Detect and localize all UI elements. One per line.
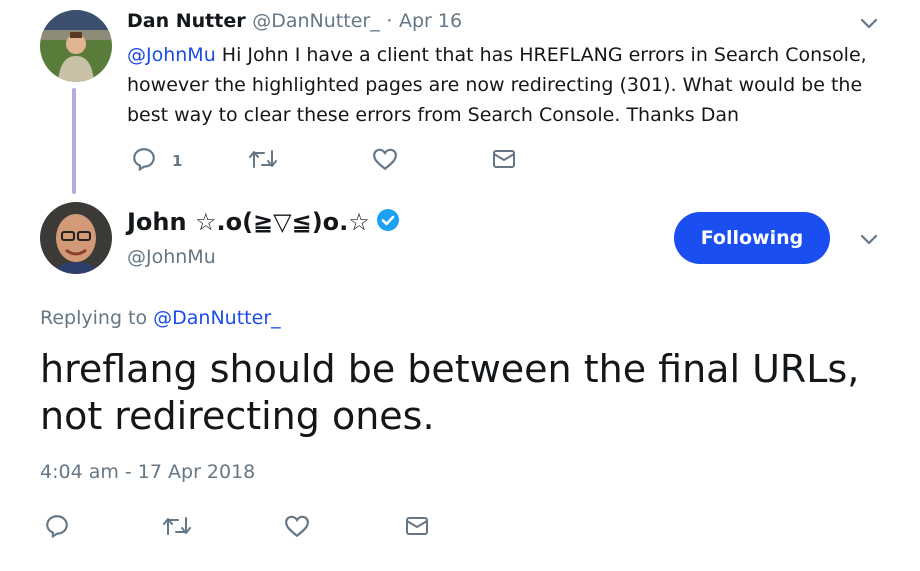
tweet2-author-name[interactable]: John ☆.o(≧▽≦)o.☆ xyxy=(127,208,370,236)
tweet2-author[interactable]: John ☆.o(≧▽≦)o.☆ xyxy=(127,208,400,238)
like-icon[interactable] xyxy=(284,513,310,543)
tweet1-author-name[interactable]: Dan Nutter xyxy=(127,10,246,32)
retweet-icon[interactable] xyxy=(162,514,192,542)
retweet-icon[interactable] xyxy=(248,147,278,175)
tweet2-timestamp[interactable]: 4:04 am - 17 Apr 2018 xyxy=(40,461,255,483)
verified-badge-icon xyxy=(376,208,400,238)
tweet1-separator: · xyxy=(386,10,393,32)
tweet1-reply-count: 1 xyxy=(172,152,183,170)
tweet1-text: @JohnMu Hi John I have a client that has… xyxy=(127,40,887,130)
replying-to-link[interactable]: @DanNutter_ xyxy=(153,307,280,329)
replying-to: Replying to @DanNutter_ xyxy=(40,307,281,329)
tweet1-body: Hi John I have a client that has HREFLAN… xyxy=(127,44,867,126)
like-icon[interactable] xyxy=(372,146,398,176)
tweet2-author-handle[interactable]: @JohnMu xyxy=(127,246,216,268)
chevron-down-icon[interactable] xyxy=(858,12,880,38)
tweet1-date[interactable]: Apr 16 xyxy=(399,10,462,32)
dan-avatar[interactable] xyxy=(40,10,112,82)
replying-prefix: Replying to xyxy=(40,307,154,329)
dm-icon[interactable] xyxy=(492,148,516,174)
tweet1-header: Dan Nutter @DanNutter_ · Apr 16 xyxy=(127,10,462,32)
reply-icon[interactable] xyxy=(44,513,70,543)
reply-icon[interactable] xyxy=(131,146,157,176)
tweet1-author-handle[interactable]: @DanNutter_ xyxy=(252,10,379,32)
chevron-down-icon[interactable] xyxy=(858,228,880,254)
following-button[interactable]: Following xyxy=(674,212,830,264)
tweet2-text: hreflang should be between the final URL… xyxy=(40,347,860,438)
john-avatar[interactable] xyxy=(40,202,112,274)
tweet1-mention[interactable]: @JohnMu xyxy=(127,44,216,66)
dm-icon[interactable] xyxy=(405,515,429,541)
thread-line xyxy=(72,88,76,194)
